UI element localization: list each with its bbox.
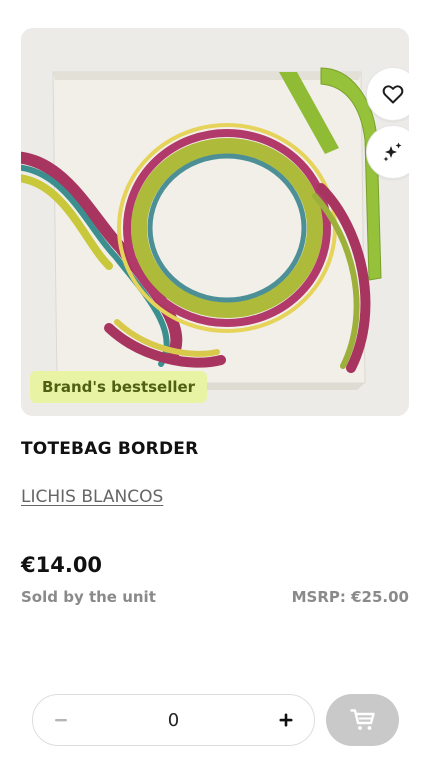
brand-link[interactable]: LICHIS BLANCOS xyxy=(21,487,163,507)
msrp-price: MSRP: €25.00 xyxy=(291,588,409,606)
shopping-cart-icon xyxy=(349,709,375,730)
product-price: €14.00 xyxy=(21,553,103,577)
product-image[interactable] xyxy=(21,28,409,416)
add-to-cart-button[interactable] xyxy=(326,694,399,746)
increase-quantity-button[interactable] xyxy=(260,695,312,745)
bestseller-badge: Brand's bestseller xyxy=(30,371,208,403)
heart-icon xyxy=(382,85,404,104)
totebag-photo xyxy=(21,28,409,416)
quantity-stepper[interactable]: 0 xyxy=(32,694,315,746)
sparkles-icon xyxy=(383,142,402,162)
unit-info: Sold by the unit xyxy=(21,588,156,606)
plus-icon xyxy=(279,713,293,727)
decrease-quantity-button[interactable] xyxy=(35,695,87,745)
product-title[interactable]: TOTEBAG BORDER xyxy=(21,439,198,459)
minus-icon xyxy=(55,719,67,722)
quantity-value[interactable]: 0 xyxy=(93,695,254,745)
